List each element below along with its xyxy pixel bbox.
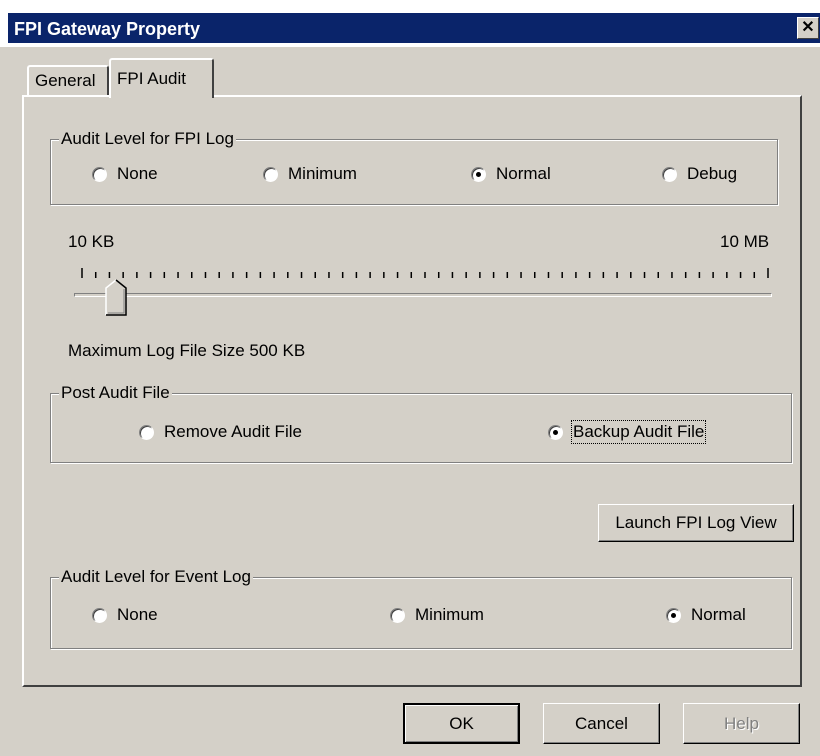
launch-fpi-log-view-label: Launch FPI Log View	[615, 513, 777, 532]
fpi-log-normal-label: Normal	[496, 164, 551, 183]
slider-track[interactable]	[74, 293, 772, 297]
radio-icon	[390, 607, 405, 623]
slider-thumb[interactable]	[105, 279, 127, 316]
title-bar: FPI Gateway Property ✕	[0, 0, 820, 47]
radio-icon	[263, 166, 278, 182]
close-icon: ✕	[801, 19, 815, 36]
radio-icon	[92, 166, 107, 182]
tab-fpi-audit[interactable]: FPI Audit	[109, 58, 214, 98]
slider-ticks	[81, 268, 769, 278]
remove-audit-file-label: Remove Audit File	[164, 422, 302, 441]
fpi-log-debug-label: Debug	[687, 164, 738, 183]
post-audit-legend: Post Audit File	[59, 383, 172, 403]
tab-general[interactable]: General	[27, 65, 109, 95]
window-title: FPI Gateway Property	[14, 19, 201, 39]
backup-audit-file-radio[interactable]: Backup Audit File	[548, 420, 707, 444]
tab-general-label: General	[35, 71, 96, 90]
cancel-button[interactable]: Cancel	[543, 703, 660, 744]
fpi-log-debug-radio[interactable]: Debug	[662, 164, 737, 184]
close-button[interactable]: ✕	[797, 17, 819, 39]
slider-min-label: 10 KB	[68, 232, 115, 251]
event-log-none-radio[interactable]: None	[92, 605, 158, 625]
event-log-minimum-label: Minimum	[415, 605, 484, 624]
event-log-none-label: None	[117, 605, 158, 624]
radio-icon	[92, 607, 107, 623]
cancel-label: Cancel	[575, 713, 628, 733]
ok-label: OK	[449, 713, 474, 733]
fpi-log-none-radio[interactable]: None	[92, 164, 158, 184]
event-log-normal-radio[interactable]: Normal	[666, 605, 746, 625]
fpi-log-level-legend: Audit Level for FPI Log	[59, 129, 236, 149]
fpi-log-minimum-label: Minimum	[288, 164, 357, 183]
help-label: Help	[724, 713, 759, 733]
help-button[interactable]: Help	[683, 703, 800, 744]
fpi-log-none-label: None	[117, 164, 158, 183]
remove-audit-file-radio[interactable]: Remove Audit File	[139, 422, 302, 442]
ok-button[interactable]: OK	[403, 703, 520, 744]
radio-icon	[471, 166, 486, 182]
event-log-minimum-radio[interactable]: Minimum	[390, 605, 484, 625]
radio-icon	[139, 424, 154, 440]
fpi-log-normal-radio[interactable]: Normal	[471, 164, 551, 184]
fpi-log-minimum-radio[interactable]: Minimum	[263, 164, 357, 184]
launch-fpi-log-view-button[interactable]: Launch FPI Log View	[598, 504, 794, 542]
event-log-normal-label: Normal	[691, 605, 746, 624]
backup-audit-file-label: Backup Audit File	[570, 420, 707, 444]
radio-icon	[666, 607, 681, 623]
slider-max-label: 10 MB	[720, 232, 770, 251]
tab-fpi-audit-label: FPI Audit	[117, 69, 186, 88]
log-file-size-label: Maximum Log File Size 500 KB	[68, 341, 306, 360]
radio-icon	[662, 166, 677, 182]
radio-icon	[548, 424, 563, 440]
event-log-level-legend: Audit Level for Event Log	[59, 567, 253, 587]
